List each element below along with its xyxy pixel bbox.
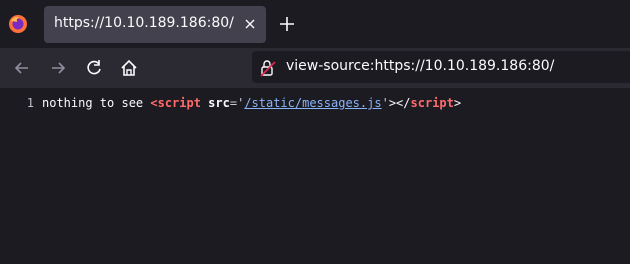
new-tab-icon[interactable] <box>278 15 296 33</box>
page-source-view: 1 nothing to see <script src='/static/mes… <box>0 88 630 264</box>
tab-bar: https://10.10.189.186:80/ <box>0 0 630 48</box>
address-bar[interactable]: view-source:https://10.10.189.186:80/ <box>252 51 630 83</box>
source-text: nothing to see <box>42 96 151 110</box>
firefox-icon[interactable] <box>8 14 28 34</box>
insecure-lock-icon[interactable] <box>258 58 278 78</box>
tab-title: https://10.10.189.186:80/ <box>54 15 234 31</box>
tag-gt: ></ <box>388 96 411 110</box>
attr-name: src <box>200 96 230 110</box>
attr-eq-quote: =' <box>229 96 245 110</box>
tag-open: <script <box>150 96 201 110</box>
reload-icon[interactable] <box>84 58 104 78</box>
attr-close-quote: ' <box>381 96 389 110</box>
tag-close: script <box>410 96 454 110</box>
close-icon[interactable] <box>242 16 258 32</box>
tab-active[interactable]: https://10.10.189.186:80/ <box>44 6 266 43</box>
home-icon[interactable] <box>119 58 139 78</box>
final-gt: > <box>453 96 462 110</box>
source-line: 1 nothing to see <script src='/static/mes… <box>0 96 461 110</box>
forward-arrow-icon[interactable] <box>48 58 68 78</box>
line-number: 1 <box>26 96 34 110</box>
url-text[interactable]: view-source:https://10.10.189.186:80/ <box>286 58 554 74</box>
navigation-toolbar: view-source:https://10.10.189.186:80/ <box>0 48 630 88</box>
script-src-link[interactable]: /static/messages.js <box>244 96 381 110</box>
back-arrow-icon[interactable] <box>12 58 32 78</box>
